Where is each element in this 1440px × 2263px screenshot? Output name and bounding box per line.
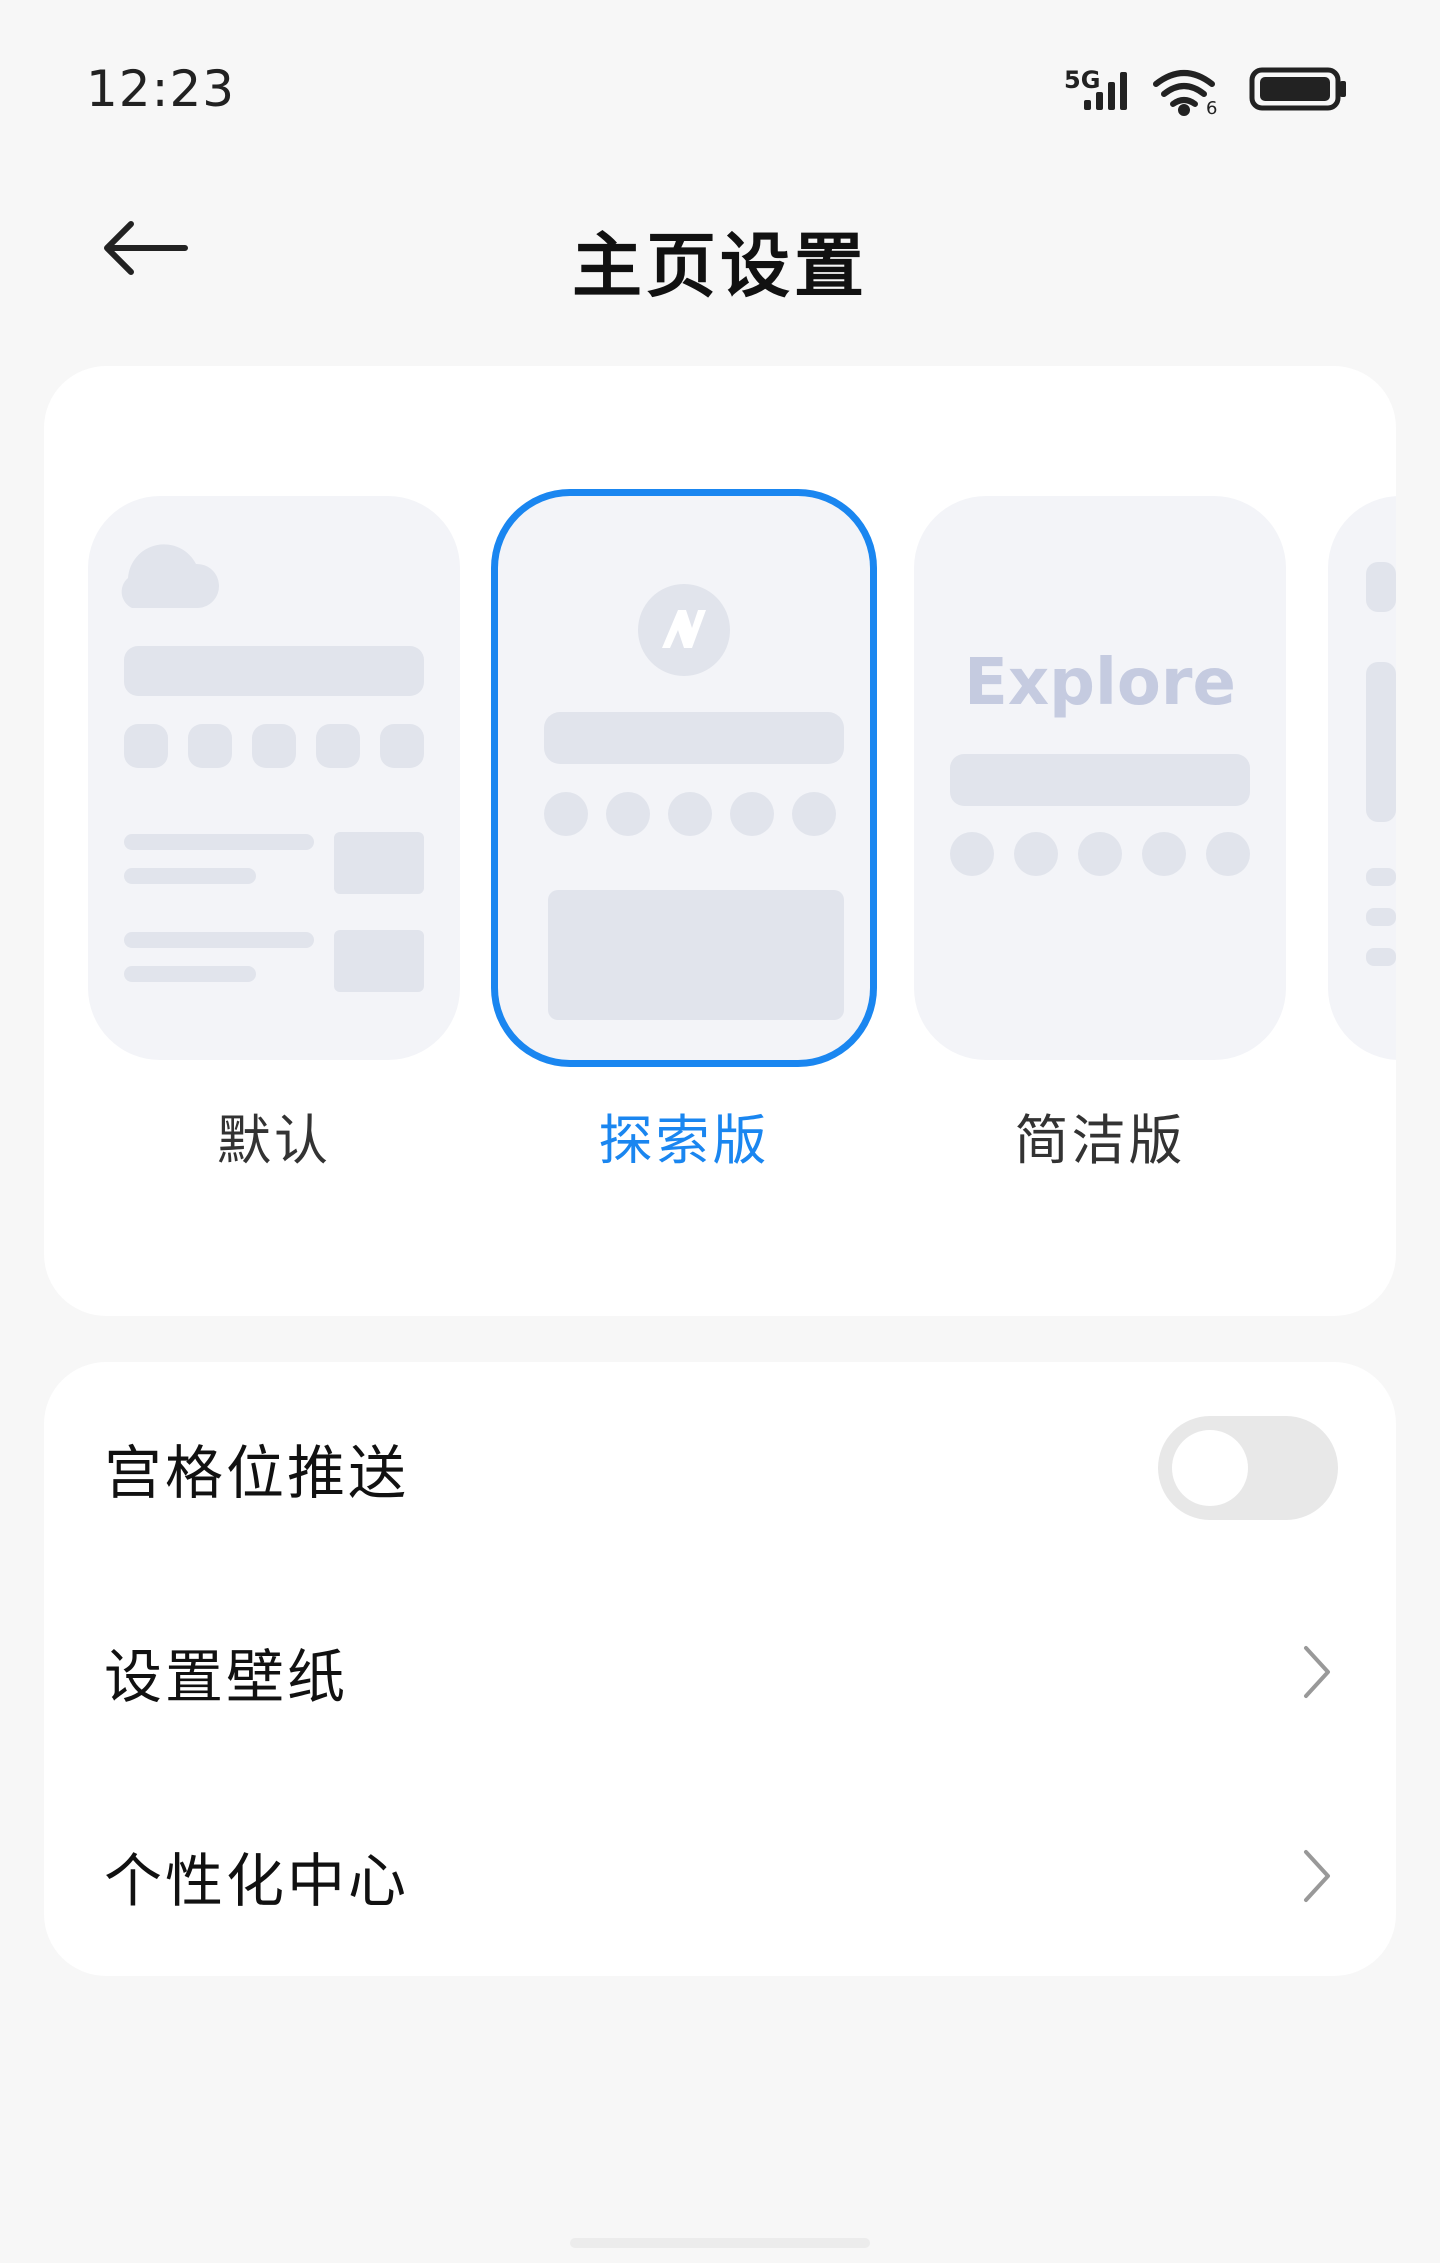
status-icons: 5G 6 [1064, 62, 1354, 122]
preview-shortcut [668, 792, 712, 836]
preview-shortcut [792, 792, 836, 836]
preview-content-block [548, 890, 844, 1020]
network-type-label: 5G [1064, 66, 1100, 94]
settings-list-card: 宫格位推送 设置壁纸 个性化中心 [44, 1362, 1396, 1976]
preview-block [1366, 562, 1396, 612]
preview-explore-text: Explore [964, 646, 1236, 720]
preview-line [1366, 908, 1396, 926]
wifi-icon [1153, 70, 1215, 116]
preview-line [124, 868, 256, 884]
grid-push-row[interactable]: 宫格位推送 [44, 1368, 1396, 1568]
preview-shortcut [252, 724, 296, 768]
status-time: 12:23 [86, 60, 236, 118]
preview-shortcut [1078, 832, 1122, 876]
toggle-knob [1172, 1430, 1248, 1506]
chevron-right-icon [1304, 1850, 1330, 1902]
preview-line [1366, 868, 1396, 886]
preview-shortcut [730, 792, 774, 836]
grid-push-label: 宫格位推送 [104, 1439, 410, 1507]
style-option-explore[interactable]: 探索版 [498, 496, 870, 1172]
preview-line [1366, 948, 1396, 966]
style-preview-simple[interactable]: Explore [914, 496, 1286, 1060]
personalization-center-label: 个性化中心 [104, 1847, 410, 1915]
wifi-badge: 6 [1206, 98, 1217, 119]
preview-search-bar [950, 754, 1250, 806]
style-option-label: 默认 [217, 1109, 331, 1172]
status-bar: 12:23 5G 6 [0, 0, 1440, 150]
nav-bar: 主页设置 [0, 180, 1440, 320]
app-logo-icon [638, 584, 730, 676]
battery-icon [1249, 67, 1346, 111]
preview-line [124, 834, 314, 850]
style-option-partial[interactable] [1328, 496, 1396, 1060]
grid-push-toggle[interactable] [1158, 1416, 1338, 1520]
preview-thumb [334, 832, 424, 894]
preview-shortcut [950, 832, 994, 876]
preview-search-bar [124, 646, 424, 696]
personalization-center-row[interactable]: 个性化中心 [44, 1776, 1396, 1976]
preview-shortcut [1206, 832, 1250, 876]
style-option-label: 探索版 [598, 1109, 770, 1172]
preview-search-bar [544, 712, 844, 764]
status-icons-svg: 5G 6 [1064, 66, 1346, 119]
chevron-right-icon [1304, 1646, 1330, 1698]
preview-shortcut [124, 724, 168, 768]
preview-line [124, 932, 314, 948]
preview-shortcut [1142, 832, 1186, 876]
preview-shortcut [188, 724, 232, 768]
style-preview-explore[interactable] [498, 496, 870, 1060]
preview-shortcut [1014, 832, 1058, 876]
preview-line [124, 966, 256, 982]
preview-shortcut [316, 724, 360, 768]
style-option-label: 简洁版 [1014, 1109, 1186, 1172]
set-wallpaper-label: 设置壁纸 [104, 1643, 349, 1711]
page-title: 主页设置 [572, 225, 868, 307]
set-wallpaper-row[interactable]: 设置壁纸 [44, 1572, 1396, 1772]
preview-thumb [334, 930, 424, 992]
style-option-default[interactable]: 默认 [88, 496, 460, 1172]
preview-shortcut [380, 724, 424, 768]
preview-shortcut [606, 792, 650, 836]
style-preview-default[interactable] [88, 496, 460, 1060]
preview-block [1366, 662, 1396, 822]
home-style-card: 默认 探索版 Explore 简洁版 [44, 366, 1396, 1316]
style-option-simple[interactable]: Explore 简洁版 [914, 496, 1286, 1172]
preview-shortcut [544, 792, 588, 836]
home-indicator [570, 2238, 870, 2248]
